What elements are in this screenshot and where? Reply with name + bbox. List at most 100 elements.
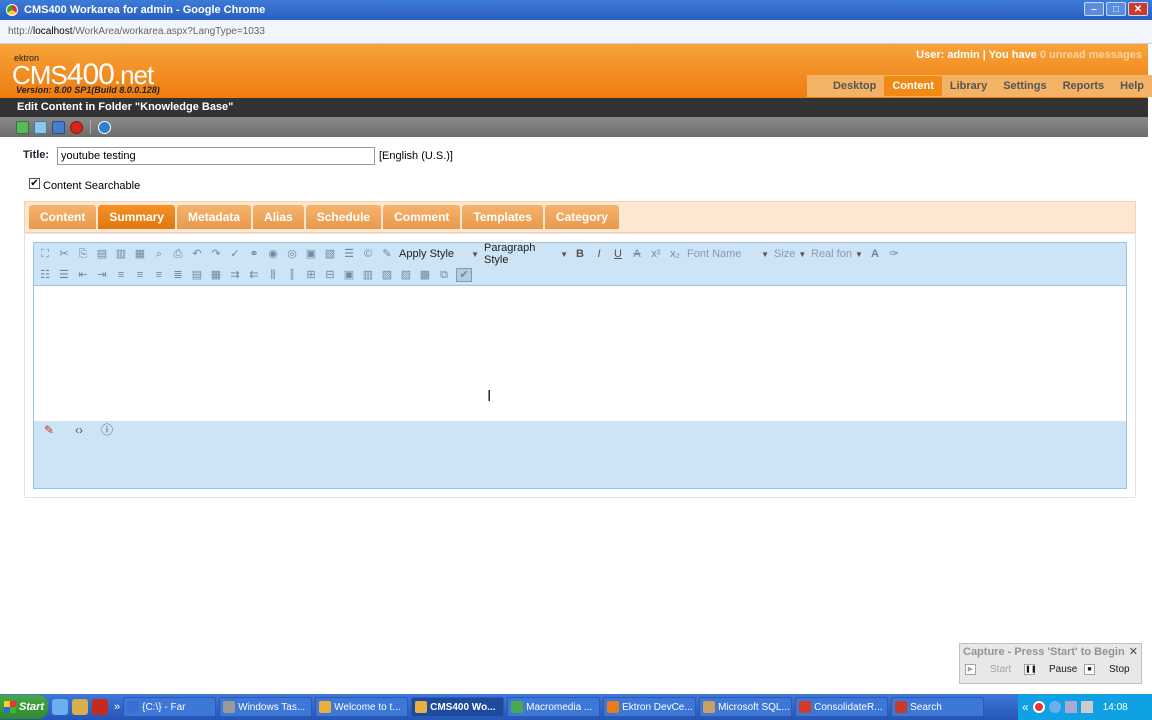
table-wizard-icon[interactable]: ▧ [380, 269, 394, 281]
paste-word-icon[interactable]: ▦ [133, 248, 147, 260]
align-center-icon[interactable]: ≡ [133, 269, 147, 281]
taskbar-item-far[interactable]: {C:\} - Far [123, 697, 217, 717]
nav-settings[interactable]: Settings [995, 76, 1054, 96]
size-dropdown[interactable]: Size ▼ [774, 248, 806, 260]
redo-icon[interactable]: ↷ [209, 248, 223, 260]
design-mode-icon[interactable]: ✎ [38, 422, 60, 438]
record-icon[interactable] [1032, 701, 1045, 713]
form-icon[interactable]: ▣ [304, 248, 318, 260]
media-icon[interactable]: ⧉ [437, 269, 451, 281]
style-builder-icon[interactable]: ✎ [380, 248, 394, 260]
unread-messages-link[interactable]: 0 unread messages [1040, 49, 1142, 61]
copy-icon[interactable]: ⎘ [76, 248, 90, 260]
html-mode-icon[interactable]: ‹› [68, 422, 90, 438]
apply-style-dropdown[interactable]: Apply Style ▼ [399, 248, 479, 260]
filezilla-icon[interactable] [92, 699, 108, 715]
split-cell-icon[interactable]: ⊟ [323, 269, 337, 281]
list-icon[interactable]: ☰ [342, 248, 356, 260]
capture-close-icon[interactable]: ✕ [1129, 645, 1138, 658]
capture-stop-button[interactable]: ■ Stop [1084, 664, 1130, 675]
paste-text-icon[interactable]: ▥ [114, 248, 128, 260]
strikethrough-icon[interactable]: A [630, 248, 644, 260]
preview-mode-icon[interactable]: ⓘ [96, 422, 118, 438]
capture-start-button[interactable]: ▶ Start [965, 664, 1011, 675]
undo-icon[interactable]: ↶ [190, 248, 204, 260]
close-button[interactable]: ✕ [1128, 2, 1148, 16]
cell-properties-icon[interactable]: ▣ [342, 269, 356, 281]
tab-content[interactable]: Content [29, 205, 97, 229]
indent-icon[interactable]: ⇥ [95, 269, 109, 281]
tab-category[interactable]: Category [544, 205, 619, 229]
nav-reports[interactable]: Reports [1055, 76, 1113, 96]
nav-content[interactable]: Content [884, 76, 942, 96]
align-left-icon[interactable]: ≡ [114, 269, 128, 281]
font-name-dropdown[interactable]: Font Name ▼ [687, 248, 769, 260]
underline-icon[interactable]: U [611, 248, 625, 260]
numbered-list-icon[interactable]: ☷ [38, 269, 52, 281]
find-icon[interactable]: ⌕ [152, 248, 166, 260]
remove-link-icon[interactable]: ◎ [285, 248, 299, 260]
tab-templates[interactable]: Templates [462, 205, 543, 229]
taskbar-item-task-manager[interactable]: Windows Tas... [219, 697, 313, 717]
ms-office-icon[interactable] [72, 699, 88, 715]
library-link-icon[interactable]: ◉ [266, 248, 280, 260]
table-style-icon[interactable]: ▨ [399, 269, 413, 281]
summary-editor-area[interactable] [33, 286, 1127, 421]
nav-help[interactable]: Help [1112, 76, 1152, 96]
content-searchable-checkbox[interactable]: ✔ [29, 178, 40, 189]
network-icon[interactable] [1048, 701, 1061, 713]
insert-frame-icon[interactable]: ▩ [418, 269, 432, 281]
ie-icon[interactable] [52, 699, 68, 715]
insert-table-icon[interactable]: ▦ [209, 269, 223, 281]
help-icon[interactable] [98, 120, 111, 134]
capture-pause-button[interactable]: ❚❚ Pause [1024, 664, 1077, 675]
check-in-icon[interactable] [34, 120, 47, 134]
taskbar-item-ektron-devcenter[interactable]: Ektron DevCe... [603, 697, 697, 717]
nav-library[interactable]: Library [942, 76, 995, 96]
taskbar-item-welcome[interactable]: Welcome to t... [315, 697, 409, 717]
tab-alias[interactable]: Alias [253, 205, 304, 229]
print-icon[interactable]: ⎙ [171, 248, 185, 260]
validate-icon[interactable]: ✔ [456, 268, 472, 282]
real-font-dropdown[interactable]: Real fon ▼ [811, 248, 863, 260]
taskbar-item-sql[interactable]: Microsoft SQL... [699, 697, 793, 717]
nav-desktop[interactable]: Desktop [825, 76, 884, 96]
volume-icon[interactable] [1080, 701, 1093, 713]
save-icon[interactable] [52, 120, 65, 134]
outdent-icon[interactable]: ⇤ [76, 269, 90, 281]
symbol-icon[interactable]: © [361, 248, 375, 260]
tab-comment[interactable]: Comment [383, 205, 461, 229]
bulleted-list-icon[interactable]: ☰ [57, 269, 71, 281]
paste-icon[interactable]: ▤ [95, 248, 109, 260]
delete-row-icon[interactable]: ⇇ [247, 269, 261, 281]
align-right-icon[interactable]: ≡ [152, 269, 166, 281]
fullscreen-icon[interactable]: ⛶ [38, 248, 52, 260]
start-button[interactable]: Start [0, 695, 48, 719]
hyperlink-icon[interactable]: ⚭ [247, 248, 261, 260]
tray-expand-icon[interactable]: « [1022, 700, 1029, 714]
merge-cells-icon[interactable]: ⊞ [304, 269, 318, 281]
image-icon[interactable]: ▧ [323, 248, 337, 260]
clock[interactable]: 14:08 [1103, 702, 1128, 713]
address-bar[interactable]: http://localhost/WorkArea/workarea.aspx?… [0, 20, 1152, 44]
justify-none-icon[interactable]: ▤ [190, 269, 204, 281]
font-color-icon[interactable]: A [868, 248, 882, 260]
quicklaunch-more-icon[interactable]: » [114, 701, 120, 713]
tab-schedule[interactable]: Schedule [305, 205, 382, 229]
bold-icon[interactable]: B [573, 248, 587, 260]
tab-summary[interactable]: Summary [98, 205, 176, 229]
tab-metadata[interactable]: Metadata [177, 205, 252, 229]
minimize-button[interactable]: – [1084, 2, 1104, 16]
taskbar-item-search[interactable]: Search [891, 697, 985, 717]
taskbar-item-cms400[interactable]: CMS400 Wo... [411, 697, 505, 717]
taskbar-item-macromedia[interactable]: Macromedia ... [507, 697, 601, 717]
highlight-icon[interactable]: ✑ [887, 248, 901, 260]
subscript-icon[interactable]: x₂ [668, 248, 682, 260]
taskbar-item-consolidate[interactable]: ConsolidateR... [795, 697, 889, 717]
maximize-button[interactable]: □ [1106, 2, 1126, 16]
delete-column-icon[interactable]: ⫿ [285, 269, 299, 281]
insert-column-icon[interactable]: ⫼ [266, 269, 280, 281]
superscript-icon[interactable]: x² [649, 248, 663, 260]
spellcheck-icon[interactable]: ✓ [228, 248, 242, 260]
paragraph-style-dropdown[interactable]: Paragraph Style ▼ [484, 242, 568, 266]
